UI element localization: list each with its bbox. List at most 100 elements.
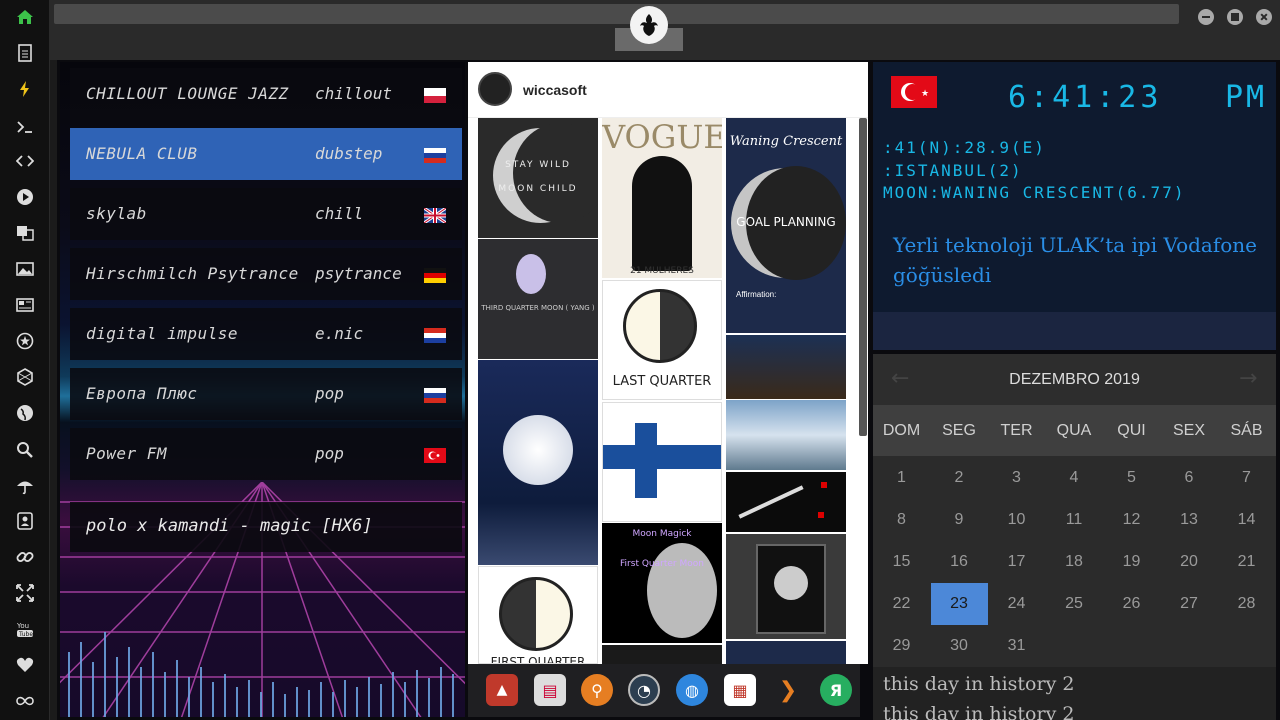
search-icon[interactable] bbox=[12, 437, 38, 463]
globe-icon[interactable] bbox=[12, 400, 38, 426]
instagram-scrollbar[interactable] bbox=[859, 118, 867, 436]
fullscreen-icon[interactable] bbox=[12, 580, 38, 606]
history-title[interactable]: this day in history 2 bbox=[883, 673, 1074, 695]
image-icon[interactable] bbox=[12, 256, 38, 282]
umbrella-icon[interactable] bbox=[12, 473, 38, 499]
translate-icon[interactable] bbox=[12, 220, 38, 246]
calendar-day[interactable]: 2 bbox=[931, 457, 988, 499]
photo-moon-magick[interactable]: Moon Magick First Quarter Moon bbox=[602, 523, 722, 643]
photo-volcano[interactable] bbox=[726, 400, 846, 470]
photo-waning-crescent[interactable]: Waning Crescent GOAL PLANNING Affirmatio… bbox=[726, 118, 846, 333]
calendar-day[interactable]: 31 bbox=[988, 625, 1045, 667]
calendar-day[interactable]: 1 bbox=[873, 457, 930, 499]
next-month-icon[interactable]: → bbox=[1239, 366, 1257, 391]
rebel-alliance-icon[interactable] bbox=[630, 6, 668, 44]
document-icon[interactable] bbox=[12, 40, 38, 66]
maximize-icon[interactable] bbox=[1227, 9, 1243, 25]
photo-fern-flag[interactable] bbox=[726, 472, 846, 532]
terminal-icon[interactable] bbox=[12, 114, 38, 140]
calendar-day[interactable]: 9 bbox=[931, 499, 988, 541]
instagram-username[interactable]: wiccasoft bbox=[523, 82, 587, 98]
yandex-app-icon[interactable]: Я bbox=[820, 674, 852, 706]
lightning-icon[interactable] bbox=[12, 76, 38, 102]
calendar-app-icon[interactable]: ▦ bbox=[724, 674, 756, 706]
calendar-day[interactable]: 15 bbox=[873, 541, 930, 583]
calendar-day[interactable]: 25 bbox=[1046, 583, 1103, 625]
hexagon-icon[interactable] bbox=[12, 364, 38, 390]
calendar-day[interactable]: 28 bbox=[1218, 583, 1275, 625]
photo-partial[interactable] bbox=[726, 641, 846, 664]
calendar-day[interactable]: 22 bbox=[873, 583, 930, 625]
angular-app-icon[interactable]: ▲ bbox=[486, 674, 518, 706]
croatia-flag-icon bbox=[424, 328, 446, 343]
weekday-label: SÁB bbox=[1230, 422, 1263, 439]
photo-stay-wild[interactable]: STAY WILD MOON CHILD bbox=[478, 118, 598, 238]
calendar-day[interactable]: 21 bbox=[1218, 541, 1275, 583]
calendar-day[interactable]: 3 bbox=[988, 457, 1045, 499]
calendar-day[interactable]: 29 bbox=[873, 625, 930, 667]
station-row[interactable]: NEBULA CLUB dubstep bbox=[70, 128, 462, 180]
photo-finland-flag[interactable] bbox=[602, 402, 722, 522]
news-icon[interactable] bbox=[12, 292, 38, 318]
poland-flag-icon bbox=[424, 88, 446, 103]
minimize-icon[interactable] bbox=[1198, 9, 1214, 25]
search-app-icon[interactable]: ⚲ bbox=[581, 674, 613, 706]
station-row[interactable]: CHILLOUT LOUNGE JAZZ chillout bbox=[70, 68, 462, 120]
station-row[interactable]: Power FM pop bbox=[70, 428, 462, 480]
clock-app-icon[interactable]: ◔ bbox=[628, 674, 660, 706]
calendar-day[interactable]: 24 bbox=[988, 583, 1045, 625]
calendar-day[interactable]: 20 bbox=[1161, 541, 1218, 583]
close-icon[interactable] bbox=[1256, 9, 1272, 25]
station-row[interactable]: Hirschmilch Psytrance psytrance bbox=[70, 248, 462, 300]
play-icon[interactable] bbox=[12, 184, 38, 210]
calendar-day[interactable]: 30 bbox=[931, 625, 988, 667]
address-bar[interactable] bbox=[54, 4, 1179, 24]
code-icon[interactable] bbox=[12, 148, 38, 174]
globe-app-icon[interactable]: ◍ bbox=[676, 674, 708, 706]
photo-night-sky[interactable] bbox=[726, 335, 846, 399]
calendar-day[interactable]: 11 bbox=[1046, 499, 1103, 541]
heart-icon[interactable] bbox=[12, 652, 38, 678]
instagram-panel: wiccasoft STAY WILD MOON CHILD THIRD QUA… bbox=[468, 62, 868, 664]
photo-partial[interactable] bbox=[602, 645, 722, 664]
contact-icon[interactable] bbox=[12, 508, 38, 534]
infinity-icon[interactable] bbox=[12, 688, 38, 714]
youtube-icon[interactable]: You Tube bbox=[12, 616, 38, 642]
calendar-day[interactable]: 16 bbox=[931, 541, 988, 583]
calendar-day-today[interactable]: 23 bbox=[930, 583, 988, 625]
calendar-day[interactable]: 19 bbox=[1103, 541, 1160, 583]
calendar-day[interactable]: 17 bbox=[988, 541, 1045, 583]
photo-first-quarter[interactable]: FIRST QUARTER bbox=[478, 566, 598, 664]
calendar-day[interactable]: 4 bbox=[1046, 457, 1103, 499]
station-row[interactable]: Европа Плюс pop bbox=[70, 368, 462, 420]
play-app-icon[interactable]: ❯ bbox=[772, 674, 804, 706]
station-name: NEBULA CLUB bbox=[86, 144, 198, 163]
link-icon[interactable] bbox=[12, 544, 38, 570]
calendar-day[interactable]: 5 bbox=[1103, 457, 1160, 499]
calendar-day[interactable]: 12 bbox=[1103, 499, 1160, 541]
calendar-day[interactable]: 13 bbox=[1161, 499, 1218, 541]
calendar-day[interactable]: 14 bbox=[1218, 499, 1275, 541]
calendar-day[interactable]: 26 bbox=[1103, 583, 1160, 625]
news-headline[interactable]: Yerli teknoloji ULAK’ta ipi Vodafone göğ… bbox=[893, 230, 1263, 290]
calendar-day[interactable]: 27 bbox=[1161, 583, 1218, 625]
calendar-day[interactable]: 8 bbox=[873, 499, 930, 541]
calendar-day[interactable]: 18 bbox=[1046, 541, 1103, 583]
photo-third-quarter[interactable]: THIRD QUARTER MOON ( YANG ) bbox=[478, 239, 598, 359]
history-subtitle[interactable]: this day in history 2 bbox=[883, 703, 1074, 720]
photo-moon-poster[interactable] bbox=[726, 534, 846, 639]
station-row[interactable]: digital impulse e.nic bbox=[70, 308, 462, 360]
calendar-day[interactable]: 7 bbox=[1218, 457, 1275, 499]
photo-last-quarter[interactable]: LAST QUARTER bbox=[602, 280, 722, 400]
calendar-header: ← DEZEMBRO 2019 → bbox=[873, 354, 1276, 405]
calendar-day[interactable]: 6 bbox=[1161, 457, 1218, 499]
calendar-day[interactable]: 10 bbox=[988, 499, 1045, 541]
home-icon[interactable] bbox=[12, 4, 38, 30]
photo-full-moon[interactable] bbox=[478, 360, 598, 565]
station-genre: e.nic bbox=[315, 324, 364, 343]
avatar[interactable] bbox=[478, 72, 512, 106]
calendar-news-app-icon[interactable]: ▤ bbox=[534, 674, 566, 706]
settings-star-icon[interactable] bbox=[12, 328, 38, 354]
station-row[interactable]: skylab chill bbox=[70, 188, 462, 240]
photo-vogue[interactable]: VOGUE 21 MULHERES bbox=[602, 118, 722, 278]
